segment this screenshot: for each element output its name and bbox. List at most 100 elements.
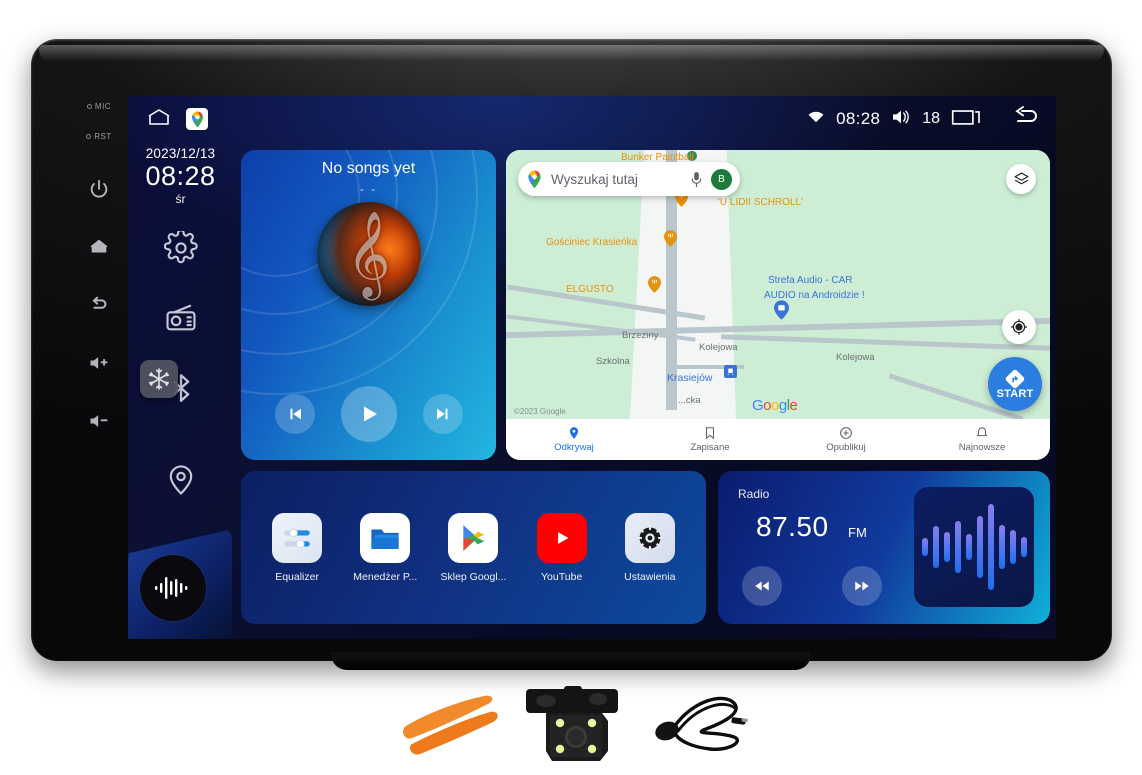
dock-clock: 2023/12/13 08:28 śr (145, 146, 215, 206)
microphone-icon[interactable] (690, 171, 703, 188)
volume-icon[interactable] (891, 109, 911, 130)
visualizer-bar (1009, 530, 1016, 564)
music-widget[interactable]: No songs yet - - 𝄞 (241, 150, 496, 460)
visualizer-bar (965, 534, 972, 560)
dock-date: 2023/12/13 (145, 146, 216, 161)
poi-marker[interactable] (664, 230, 677, 247)
forward-icon (855, 581, 869, 591)
power-button[interactable] (79, 151, 119, 209)
file-manager-icon[interactable] (360, 512, 411, 563)
map-nav-zapisane[interactable]: Zapisane (642, 426, 778, 453)
map-nav-label: Najnowsze (958, 442, 1006, 453)
radio-widget[interactable]: Radio 87.50 FM (718, 471, 1050, 624)
mic-indicator-label: MIC (94, 101, 112, 111)
home-icon[interactable] (146, 107, 172, 132)
touchscreen[interactable]: 08:28 18 2023/12/13 08:28 śr No songs ye… (128, 96, 1056, 639)
map-road-e (721, 334, 1050, 351)
poi-marker[interactable] (648, 276, 661, 293)
plus-circle-icon (840, 427, 852, 439)
layers-icon (1014, 172, 1028, 184)
settings-gear-icon[interactable] (624, 512, 675, 563)
app-list: Equalizer Menedżer P... Sklep Googl... YouT… (241, 471, 706, 624)
play-button[interactable] (340, 386, 397, 442)
location-pin-icon (569, 427, 579, 439)
app-google-play[interactable]: Sklep Googl... (433, 512, 513, 583)
map-layers-button[interactable] (1006, 164, 1036, 194)
visualizer-bar (943, 532, 950, 562)
previous-track-button[interactable] (274, 394, 315, 434)
app-label: Menedżer P... (353, 570, 418, 583)
map-label: Kolejowa (836, 352, 875, 363)
youtube-icon[interactable] (536, 512, 587, 563)
map-nav-najnowsze[interactable]: Najnowsze (914, 426, 1050, 453)
volume-down-button[interactable] (79, 383, 119, 441)
status-time: 08:28 (836, 109, 881, 128)
map-surface[interactable]: Bunker Paintball 'U LIDII SCHROLL' Gościni… (506, 150, 1050, 460)
sidebar-item-bluetooth[interactable] (139, 360, 203, 410)
music-note-icon: 𝄞 (346, 212, 391, 295)
status-bar-right: 08:28 18 (807, 105, 1042, 134)
snowflake-icon (148, 368, 169, 391)
google-maps-icon[interactable] (186, 108, 208, 130)
next-track-button[interactable] (422, 394, 463, 434)
volume-up-button[interactable] (79, 325, 119, 383)
map-nav-label: Opublikuj (826, 442, 866, 453)
map-nav-label: Zapisane (690, 442, 730, 453)
radio-seek-up-button[interactable] (842, 566, 882, 606)
avatar[interactable]: B (711, 168, 732, 190)
volume-up-icon (90, 357, 108, 369)
home-button[interactable] (79, 209, 119, 267)
map-label: ...cka (678, 395, 701, 406)
visualizer-bar (976, 516, 983, 578)
skip-previous-icon (290, 408, 301, 420)
app-label: YouTube (541, 570, 583, 583)
sidebar-item-navigation[interactable] (159, 458, 203, 502)
music-controls (241, 386, 496, 442)
mic-indicator: MIC (86, 91, 112, 121)
radio-title: Radio (738, 487, 770, 501)
map-label: Szkolna (596, 356, 630, 367)
map-nav-odkrywaj[interactable]: Odkrywaj (506, 426, 642, 453)
gear-icon (163, 231, 198, 264)
radio-seek-down-button[interactable] (742, 566, 782, 606)
app-label: Equalizer (275, 570, 319, 583)
reset-hole-icon (86, 133, 92, 139)
dock-time: 08:28 (145, 161, 216, 191)
radio-frequency: 87.50 (756, 511, 829, 542)
map-start-button[interactable]: START (988, 357, 1042, 411)
map-attribution: ©2023 Google (514, 407, 566, 416)
left-dock: 2023/12/13 08:28 śr (128, 142, 233, 639)
app-file-manager[interactable]: Menedżer P... (345, 512, 425, 583)
my-location-button[interactable] (1002, 310, 1036, 344)
map-label: Strefa Audio - CAR (768, 275, 853, 286)
sidebar-item-settings[interactable] (159, 226, 203, 270)
google-play-icon[interactable] (448, 512, 499, 563)
map-nav-opublikuj[interactable]: Opublikuj (778, 426, 914, 453)
map-search-bar[interactable]: Wyszukaj tutaj B (518, 162, 740, 196)
back-icon[interactable] (1010, 105, 1042, 134)
poi-marker-business[interactable] (774, 300, 789, 320)
radio-visualizer (914, 487, 1034, 607)
app-youtube[interactable]: YouTube (522, 512, 602, 583)
map-widget[interactable]: Bunker Paintball 'U LIDII SCHROLL' Gościni… (506, 150, 1050, 460)
app-equalizer[interactable]: Equalizer (257, 512, 337, 583)
bookmark-icon (705, 427, 715, 440)
snowflake-cursor (139, 360, 178, 399)
volume-down-icon (90, 415, 108, 427)
back-icon (92, 296, 107, 309)
sidebar-item-radio[interactable] (159, 296, 203, 340)
equalizer-icon[interactable] (272, 512, 323, 563)
recents-icon[interactable] (951, 106, 981, 133)
map-search-input[interactable]: Wyszukaj tutaj (551, 172, 682, 187)
voice-assistant-button[interactable] (140, 555, 206, 621)
visualizer-bar (932, 526, 939, 568)
app-settings-gear[interactable]: Ustawienia (610, 512, 690, 583)
map-nav-label: Odkrywaj (554, 442, 594, 453)
app-label: Ustawienia (624, 570, 676, 583)
back-button[interactable] (79, 267, 119, 325)
reset-indicator: RST (86, 121, 112, 151)
status-bar-left (146, 107, 208, 132)
music-title: No songs yet (321, 160, 416, 177)
visualizer-bar (1020, 537, 1027, 557)
navigation-arrow-icon (1005, 369, 1025, 389)
